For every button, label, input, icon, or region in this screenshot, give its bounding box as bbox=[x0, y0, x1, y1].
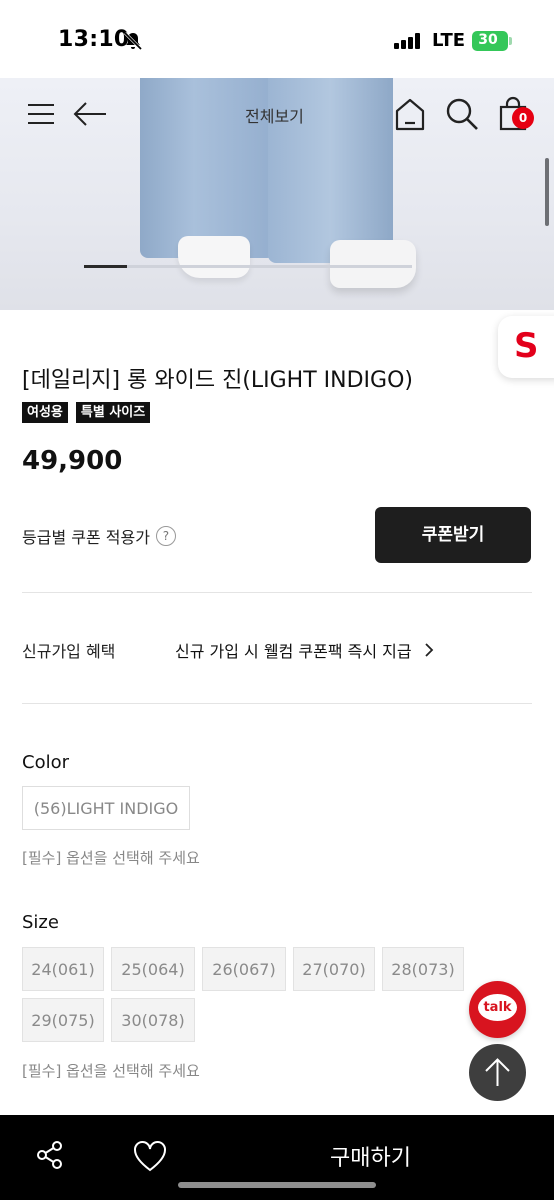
home-icon[interactable] bbox=[392, 96, 428, 132]
size-required-note: [필수] 옵션을 선택해 주세요 bbox=[22, 1062, 200, 1080]
coupon-label-text: 등급별 쿠폰 적용가 bbox=[22, 528, 150, 547]
search-icon[interactable] bbox=[444, 96, 480, 132]
signal-icon bbox=[394, 33, 422, 49]
menu-icon[interactable] bbox=[24, 96, 60, 132]
page-title: 전체보기 bbox=[245, 107, 304, 126]
shoe-left bbox=[178, 236, 250, 278]
product-tags: 여성용 특별 사이즈 bbox=[22, 402, 151, 423]
new-member-benefit-label: 신규가입 혜택 bbox=[22, 642, 116, 661]
cart-count-badge[interactable]: 0 bbox=[512, 107, 534, 129]
talk-icon: talk bbox=[478, 994, 517, 1021]
image-progress-fill bbox=[84, 265, 127, 268]
back-arrow-icon[interactable] bbox=[72, 96, 108, 132]
chevron-right-icon bbox=[424, 643, 433, 657]
brand-s-button[interactable]: S bbox=[498, 316, 554, 378]
help-icon[interactable]: ? bbox=[155, 526, 176, 546]
image-progress-track bbox=[84, 265, 412, 268]
status-bar: 13:10 LTE 30 bbox=[0, 0, 554, 78]
battery-level: 30 bbox=[478, 32, 498, 48]
size-option-30[interactable]: 30(078) bbox=[111, 998, 195, 1042]
product-title: [데일리지] 롱 와이드 진(LIGHT INDIGO) bbox=[22, 368, 413, 393]
size-option-29[interactable]: 29(075) bbox=[22, 998, 104, 1042]
bell-muted-icon bbox=[123, 31, 143, 51]
home-indicator bbox=[178, 1182, 376, 1188]
color-label: Color bbox=[22, 752, 69, 773]
battery-icon: 30 bbox=[472, 31, 508, 51]
color-required-note: [필수] 옵션을 선택해 주세요 bbox=[22, 849, 200, 867]
product-price: 49,900 bbox=[22, 446, 123, 476]
new-member-benefit-link[interactable]: 신규 가입 시 웰컴 쿠폰팩 즉시 지급 bbox=[175, 638, 436, 662]
scroll-top-button[interactable] bbox=[469, 1044, 526, 1101]
size-option-26[interactable]: 26(067) bbox=[202, 947, 286, 991]
color-option-light-indigo[interactable]: (56)LIGHT INDIGO bbox=[22, 786, 190, 830]
size-option-25[interactable]: 25(064) bbox=[111, 947, 195, 991]
divider bbox=[22, 592, 532, 593]
network-type: LTE bbox=[432, 30, 466, 51]
tag-special-size: 특별 사이즈 bbox=[75, 402, 151, 423]
tag-women: 여성용 bbox=[22, 402, 68, 423]
scrollbar[interactable] bbox=[545, 158, 549, 226]
size-option-24[interactable]: 24(061) bbox=[22, 947, 104, 991]
size-label: Size bbox=[22, 912, 59, 933]
get-coupon-button[interactable]: 쿠폰받기 bbox=[375, 507, 531, 563]
brand-s-logo: S bbox=[514, 326, 539, 366]
coupon-price-label: 등급별 쿠폰 적용가 ? bbox=[22, 524, 176, 548]
arrow-up-icon bbox=[485, 1058, 510, 1086]
status-time: 13:10 bbox=[58, 27, 130, 52]
size-option-28[interactable]: 28(073) bbox=[382, 947, 464, 991]
shoe-right bbox=[330, 240, 416, 288]
buy-button[interactable]: 구매하기 bbox=[330, 1140, 411, 1172]
talk-chat-button[interactable]: talk bbox=[469, 981, 526, 1038]
benefit-text: 신규 가입 시 웰컴 쿠폰팩 즉시 지급 bbox=[175, 642, 412, 661]
divider bbox=[22, 703, 532, 704]
size-option-27[interactable]: 27(070) bbox=[293, 947, 375, 991]
battery-tip bbox=[509, 37, 512, 45]
share-icon[interactable] bbox=[34, 1139, 66, 1171]
heart-icon[interactable] bbox=[132, 1139, 168, 1175]
